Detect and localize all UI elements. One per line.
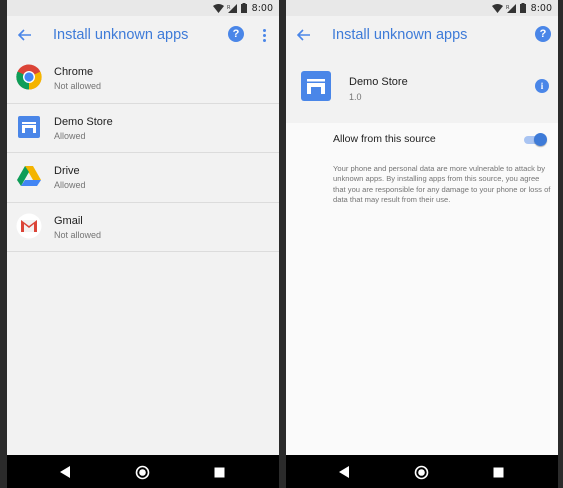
help-icon[interactable]: ? [228,26,244,42]
help-icon[interactable]: ? [535,26,551,42]
arrow-left-icon [297,29,310,41]
back-button[interactable] [294,25,314,45]
nav-home-button[interactable] [134,464,150,480]
list-item-chrome[interactable]: Chrome Not allowed [7,54,279,104]
square-recents-icon [214,467,224,477]
nav-recents-button[interactable] [490,464,506,480]
allow-from-source-label: Allow from this source [333,133,436,145]
app-bar: Install unknown apps ? [286,16,558,54]
arrow-left-icon [18,29,31,41]
circle-home-icon [135,465,149,479]
status-time: 8:00 [530,2,552,14]
allow-from-source-toggle[interactable] [524,133,547,147]
app-permission-status: Not allowed [54,81,102,91]
battery-icon [519,3,526,13]
drive-icon [17,166,41,186]
status-bar: R 8:00 [7,0,279,16]
square-recents-icon [493,467,503,477]
page-title: Install unknown apps [332,27,468,43]
circle-home-icon [414,465,428,479]
gmail-icon [16,213,42,238]
security-warning-text: Your phone and personal data are more vu… [333,164,551,205]
phone-screen-app-detail: R 8:00 Install unknown apps ? Demo Store… [286,0,558,488]
app-permission-status: Allowed [54,180,86,190]
app-name: Demo Store [349,76,408,88]
navigation-bar [286,455,558,488]
app-header: Demo Store 1.0 i [286,54,558,123]
app-name: Drive [54,165,80,177]
more-vert-icon[interactable] [258,26,270,44]
status-time: 8:00 [251,2,273,14]
triangle-back-icon [339,466,349,478]
app-name: Gmail [54,214,83,227]
store-icon [18,115,40,138]
nav-recents-button[interactable] [211,464,227,480]
app-name: Chrome [54,66,94,78]
status-bar: R 8:00 [286,0,558,16]
app-name: Demo Store [54,115,113,128]
list-item-demo-store[interactable]: Demo Store Allowed [7,104,279,153]
triangle-back-icon [60,466,70,478]
wifi-icon [212,3,224,13]
install-settings: Allow from this source Your phone and pe… [286,123,558,455]
wifi-icon [491,3,503,13]
network-type-label: R [506,5,510,11]
store-icon [301,71,331,101]
nav-home-button[interactable] [413,464,429,480]
navigation-bar [7,455,279,488]
chrome-icon [16,64,42,90]
app-permission-status: Allowed [54,130,86,141]
app-version: 1.0 [349,92,362,102]
nav-back-button[interactable] [57,464,73,480]
back-button[interactable] [15,25,35,45]
battery-icon [240,3,247,13]
info-icon[interactable]: i [535,79,549,93]
app-permission-status: Not allowed [54,229,102,240]
nav-back-button[interactable] [336,464,352,480]
list-item-drive[interactable]: Drive Allowed [7,153,279,203]
list-item-gmail[interactable]: Gmail Not allowed [7,203,279,252]
network-type-label: R [227,5,231,11]
cell-signal-icon: R [506,3,516,13]
phone-screen-app-list: R 8:00 Install unknown apps ? Chrome Not… [7,0,279,488]
app-list: Chrome Not allowed Demo Store Allowed Dr… [7,54,279,252]
page-title: Install unknown apps [53,27,189,43]
cell-signal-icon: R [227,3,237,13]
app-bar: Install unknown apps ? [7,16,279,54]
